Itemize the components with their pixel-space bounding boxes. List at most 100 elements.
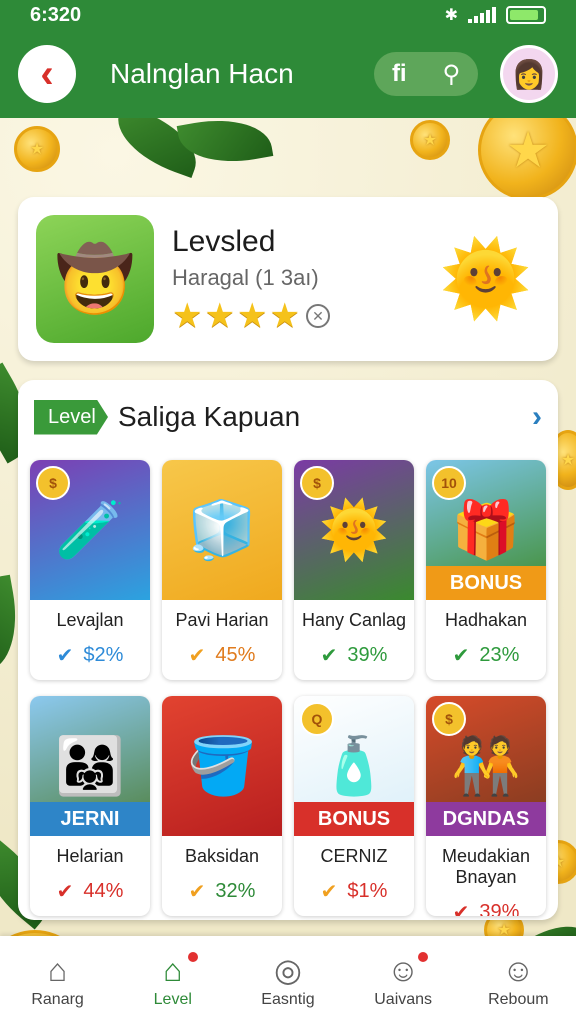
avatar[interactable]: 👩 — [500, 45, 558, 103]
card-value: 45% — [215, 644, 256, 666]
sun-mascot-icon: 🌞 — [439, 236, 532, 320]
nav-item-uaivans[interactable]: ☺ Uaivans — [348, 951, 458, 1009]
card-art-icon: 🧑‍🤝‍🧑 — [451, 734, 521, 797]
coin-decoration — [14, 126, 60, 172]
nav-label: Ranarg — [31, 990, 84, 1008]
nav-icon: ◎ — [274, 952, 302, 988]
notification-dot — [418, 951, 429, 962]
card-stat: ✔ 45% — [162, 643, 282, 668]
card-title: Levajlan — [56, 610, 124, 630]
card-value: 44% — [83, 880, 124, 902]
star-icon: ★ — [236, 297, 268, 335]
status-bar: 6:320 ✱ — [0, 0, 576, 30]
level-tag: Level — [34, 399, 108, 435]
card-title: Pavi Harian — [175, 610, 269, 630]
status-icons: ✱ — [445, 5, 546, 25]
check-icon: ✔ — [452, 645, 470, 667]
card-banner: BONUS — [426, 566, 546, 600]
level-card[interactable]: 🌞 $ Hany Canlag ✔ 39% — [294, 460, 414, 680]
card-value: $2% — [83, 644, 124, 666]
nav-icon: ⌂ — [163, 951, 183, 988]
card-art-icon: 🎁 — [451, 498, 521, 561]
card-image: 🎁 10 BONUS — [426, 460, 546, 600]
card-art-icon: 🪣 — [187, 734, 257, 797]
card-image: 🧑‍🤝‍🧑 $ DGNDAS — [426, 696, 546, 836]
level-card[interactable]: 🎁 10 BONUS Hadhakan ✔ 23% — [426, 460, 546, 680]
level-card[interactable]: 🧊 Pavi Harian ✔ 45% — [162, 460, 282, 680]
card-grid: 🧪 $ Levajlan ✔ $2% 🧊 Pavi Harian ✔ 45% 🌞 $ Hany Can… — [30, 460, 546, 916]
card-title: Meudakian Bnayan — [441, 846, 531, 887]
card-banner: BONUS — [294, 802, 414, 836]
back-arrow-icon: ‹ — [40, 51, 54, 96]
card-art-icon: 🌞 — [319, 498, 389, 561]
card-image: 👨‍👩‍👧 JERNI — [30, 696, 150, 836]
profile-subtitle: Haragal (1 3aı) — [172, 265, 319, 290]
level-card[interactable]: 🧪 $ Levajlan ✔ $2% — [30, 460, 150, 680]
card-value: 39% — [479, 901, 520, 916]
card-stat: ✔ 39% — [426, 900, 546, 916]
filter-button[interactable]: fi — [392, 60, 407, 88]
nav-item-reboum[interactable]: ☺ Reboum — [463, 952, 573, 1009]
close-circle-icon[interactable]: ✕ — [305, 304, 330, 328]
rating: ★ ★ ★ ★ ✕ — [172, 299, 440, 333]
bottom-nav: ⌂ Ranarg ⌂ Level ◎ Easntig ☺ Uaivans ☺ Reboum — [0, 936, 576, 1024]
card-stat: ✔ 39% — [294, 643, 414, 668]
level-card[interactable]: 🪣 Baksidan ✔ 32% — [162, 696, 282, 916]
nav-icon: ☺ — [386, 951, 420, 988]
coin-badge-icon: Q — [300, 702, 334, 736]
card-art-icon: 🧊 — [187, 498, 257, 561]
star-icon: ★ — [269, 297, 300, 335]
coin-badge-icon: $ — [300, 466, 334, 500]
card-stat: ✔ 44% — [30, 879, 150, 904]
nav-item-level[interactable]: ⌂ Level — [118, 951, 228, 1009]
level-card[interactable]: 👨‍👩‍👧 JERNI Helarian ✔ 44% — [30, 696, 150, 916]
card-image: 🧴 Q BONUS — [294, 696, 414, 836]
card-art-icon: 🧴 — [319, 734, 389, 797]
nav-item-ranarg[interactable]: ⌂ Ranarg — [3, 952, 113, 1009]
battery-icon — [506, 6, 546, 24]
coin-badge-icon: $ — [432, 702, 466, 736]
bluetooth-icon: ✱ — [444, 7, 458, 24]
panel-title: Saliga Kapuan — [118, 401, 301, 432]
star-icon: ★ — [204, 297, 235, 335]
chevron-right-icon[interactable]: › — [532, 400, 542, 434]
check-icon: ✔ — [188, 881, 206, 903]
card-stat: ✔ 32% — [162, 879, 282, 904]
level-card[interactable]: 🧑‍🤝‍🧑 $ DGNDAS Meudakian Bnayan ✔ 39% — [426, 696, 546, 916]
card-title: Helarian — [56, 846, 124, 866]
panel-header: Level Saliga Kapuan › — [18, 380, 558, 454]
card-stat: ✔ $1% — [294, 879, 414, 904]
profile-card[interactable]: 🤠 Levsled Haragal (1 3aı) ★ ★ ★ ★ ✕ 🌞 — [18, 197, 558, 361]
card-value: 39% — [347, 644, 388, 666]
coin-decoration — [410, 120, 450, 160]
nav-label: Reboum — [488, 990, 549, 1008]
check-icon: ✔ — [320, 645, 338, 667]
back-button[interactable]: ‹ — [18, 45, 76, 103]
card-art-icon: 👨‍👩‍👧 — [55, 734, 125, 797]
app-header: ‹ Nalnglan Hacn fi ⚲ 👩 — [0, 30, 576, 118]
status-time: 6:320 — [30, 3, 82, 26]
check-icon: ✔ — [56, 645, 74, 667]
level-card[interactable]: 🧴 Q BONUS CERNIZ ✔ $1% — [294, 696, 414, 916]
nav-icon: ☺ — [502, 951, 535, 988]
card-image: 🧊 — [162, 460, 282, 600]
check-icon: ✔ — [56, 881, 74, 903]
card-stat: ✔ 23% — [426, 643, 546, 668]
check-icon: ✔ — [320, 881, 338, 903]
card-title: Hany Canlag — [301, 610, 407, 630]
search-icon[interactable]: ⚲ — [442, 60, 460, 89]
card-art-icon: 🧪 — [55, 498, 125, 561]
nav-label: Uaivans — [374, 990, 433, 1008]
nav-item-easntig[interactable]: ◎ Easntig — [233, 951, 343, 1009]
card-image: 🪣 — [162, 696, 282, 836]
card-value: 32% — [215, 880, 256, 902]
nav-icon: ⌂ — [47, 951, 68, 988]
card-banner: JERNI — [30, 802, 150, 836]
star-icon: ★ — [172, 297, 203, 335]
header-actions: fi ⚲ — [374, 52, 478, 96]
card-title: Hadhakan — [444, 610, 528, 630]
card-stat: ✔ $2% — [30, 643, 150, 668]
level-panel: Level Saliga Kapuan › 🧪 $ Levajlan ✔ $2% 🧊 Pav… — [18, 380, 558, 920]
signal-icon — [468, 7, 496, 23]
coin-badge-icon: $ — [36, 466, 70, 500]
